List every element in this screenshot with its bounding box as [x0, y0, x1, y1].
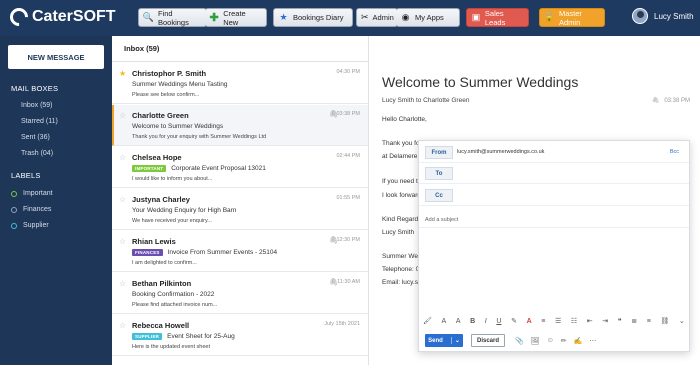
email-title: Welcome to Summer Weddings [382, 74, 579, 90]
cc-row[interactable]: Cc [419, 185, 689, 206]
sales-leads-button[interactable]: ▣ Sales Leads [466, 8, 529, 27]
tag-important: IMPORTANT [132, 165, 167, 172]
search-icon: 🔍 [142, 12, 155, 22]
email-time: 03:38 PM [664, 98, 690, 104]
from-value: lucy.smith@summerweddings.co.uk [457, 149, 545, 155]
link-icon[interactable]: ⛓ [660, 317, 669, 325]
numbered-list-icon[interactable]: ☷ [571, 317, 577, 325]
formatting-toolbar: 🖌 A A B I U ✎ A ≡ ☰ ☷ ⇤ ⇥ ❝ ≣ ≡ ⛓ ⌄ [423, 315, 685, 327]
plus-icon: ✚ [209, 12, 219, 24]
message-list: Inbox (59) ★ Christophor P. Smith 04:30 … [112, 36, 369, 365]
align-left-icon[interactable]: ≡ [541, 318, 545, 325]
email-meta: Lucy Smith to Charlotte Green [382, 97, 470, 104]
logo-icon [6, 4, 32, 30]
highlight-icon[interactable]: ✎ [511, 317, 517, 325]
from-row: From lucy.smith@summerweddings.co.uk Bcc [419, 142, 689, 163]
catersoft-logo[interactable]: CaterSOFT [6, 4, 116, 30]
label-supplier[interactable]: Supplier [11, 222, 49, 229]
image-icon[interactable]: 🖼 [531, 337, 540, 345]
leads-icon: ▣ [471, 12, 481, 22]
bcc-link[interactable]: Bcc [670, 149, 679, 155]
find-bookings-button[interactable]: 🔍 Find Bookings [138, 8, 207, 27]
font-color-icon[interactable]: A [527, 318, 532, 325]
my-apps-button[interactable]: ◉ My Apps [396, 8, 460, 27]
to-row[interactable]: To [419, 163, 689, 184]
wrench-icon: ✂ [361, 12, 369, 22]
from-button[interactable]: From [425, 146, 453, 159]
format-painter-icon[interactable]: 🖌 [423, 317, 432, 325]
underline-icon[interactable]: U [496, 318, 501, 325]
bold-icon[interactable]: B [470, 318, 475, 325]
emoji-icon[interactable]: ☺ [547, 337, 554, 345]
list-item[interactable]: ☆ Chelsea Hope 02:44 PM IMPORTANT Corpor… [112, 147, 368, 188]
compose-actions: Send ⌄ Discard 📎 🖼 ☺ ✏ ✍ ⋯ [425, 334, 596, 347]
sidebar: NEW MESSAGE MAIL BOXES Inbox (59) Starre… [0, 36, 112, 365]
star-icon[interactable]: ☆ [119, 279, 126, 288]
quote-icon[interactable]: ❝ [618, 317, 622, 325]
draw-icon[interactable]: ✏ [561, 337, 567, 345]
star-icon[interactable]: ☆ [119, 111, 126, 120]
tag-supplier: SUPPLIER [132, 333, 163, 340]
label-dot-icon [11, 206, 17, 213]
star-icon[interactable]: ★ [119, 69, 126, 78]
align-center-icon[interactable]: ≣ [631, 317, 637, 325]
star-icon[interactable]: ☆ [119, 237, 126, 246]
labels-heading: LABELS [11, 171, 41, 180]
user-menu[interactable]: Lucy Smith [632, 8, 694, 24]
master-admin-button[interactable]: 🔒 Master Admin [539, 8, 605, 27]
star-icon: ★ [279, 12, 288, 22]
mailboxes-heading: MAIL BOXES [11, 84, 59, 93]
compose-window: From lucy.smith@summerweddings.co.uk Bcc… [418, 140, 690, 352]
outdent-icon[interactable]: ⇤ [587, 317, 593, 325]
create-new-button[interactable]: ✚ Create New [205, 8, 267, 27]
font-icon[interactable]: A [442, 318, 447, 325]
top-bar: CaterSOFT 🔍 Find Bookings ✚ Create New ★… [0, 0, 700, 36]
bullet-list-icon[interactable]: ☰ [555, 317, 561, 325]
sidebar-item-trash[interactable]: Trash (04) [21, 150, 53, 157]
label-important[interactable]: Important [11, 190, 53, 197]
more-icon[interactable]: ⌄ [679, 317, 685, 325]
cc-button[interactable]: Cc [425, 189, 453, 202]
font-size-icon[interactable]: A [456, 318, 461, 325]
list-item[interactable]: ☆ Bethan Pilkinton 🖇 11:30 AM Booking Co… [112, 273, 368, 314]
star-icon[interactable]: ☆ [119, 153, 126, 162]
more-options-icon[interactable]: ⋯ [589, 337, 596, 345]
italic-icon[interactable]: I [485, 318, 487, 325]
admin-button[interactable]: ✂ Admin [356, 8, 398, 27]
label-finances[interactable]: Finances [11, 206, 51, 213]
star-icon[interactable]: ☆ [119, 195, 126, 204]
avatar [632, 8, 648, 24]
apps-icon: ◉ [401, 12, 410, 22]
list-item[interactable]: ★ Christophor P. Smith 04:30 PM Summer W… [112, 63, 368, 104]
sidebar-item-starred[interactable]: Starred (11) [21, 118, 58, 125]
subject-input[interactable]: Add a subject [425, 217, 458, 223]
new-message-button[interactable]: NEW MESSAGE [8, 45, 104, 69]
send-button[interactable]: Send ⌄ [425, 334, 463, 347]
label-dot-icon [11, 222, 17, 229]
attach-icon[interactable]: 📎 [515, 337, 524, 345]
tag-finances: FINANCES [132, 249, 163, 256]
user-name: Lucy Smith [654, 11, 694, 21]
to-button[interactable]: To [425, 167, 453, 180]
list-item[interactable]: ☆ Charlotte Green 🖇 03:38 PM Welcome to … [112, 105, 368, 146]
inbox-header: Inbox (59) [112, 36, 369, 62]
bookings-diary-button[interactable]: ★ Bookings Diary [273, 8, 353, 27]
sidebar-item-sent[interactable]: Sent (36) [21, 134, 50, 141]
attachment-icon: 🖇 [651, 98, 660, 104]
lock-icon: 🔒 [543, 12, 556, 22]
subject-row[interactable] [419, 207, 689, 228]
star-icon[interactable]: ☆ [119, 321, 126, 330]
label-dot-icon [11, 190, 17, 197]
align-right-icon[interactable]: ≡ [647, 318, 651, 325]
chevron-down-icon[interactable]: ⌄ [450, 337, 460, 344]
sidebar-item-inbox[interactable]: Inbox (59) [21, 102, 53, 109]
discard-button[interactable]: Discard [471, 334, 505, 347]
brand-name: CaterSOFT [32, 8, 116, 25]
list-item[interactable]: ☆ Justyna Charley 01:55 PM Your Wedding … [112, 189, 368, 230]
dictate-icon[interactable]: ✍ [574, 337, 583, 345]
list-item[interactable]: ☆ Rebecca Howell July 15th 2021 SUPPLIER… [112, 315, 368, 356]
indent-icon[interactable]: ⇥ [602, 317, 608, 325]
list-item[interactable]: ☆ Rhian Lewis 🖇 12:30 PM FINANCES Invoic… [112, 231, 368, 272]
